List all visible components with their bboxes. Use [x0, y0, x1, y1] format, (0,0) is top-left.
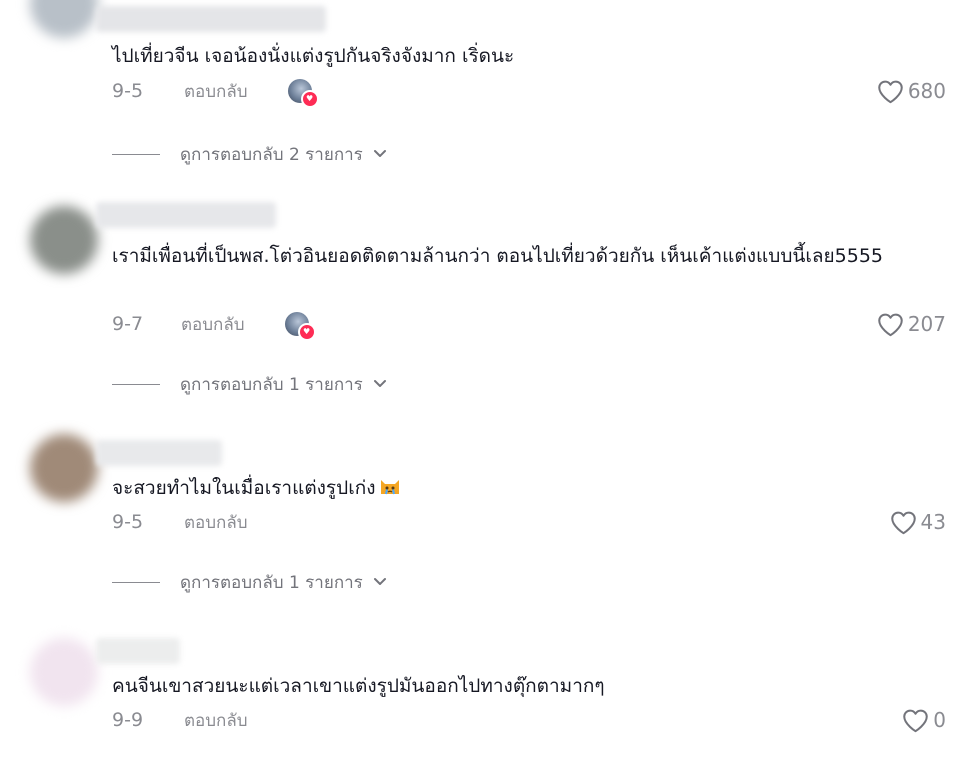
avatar[interactable]: [30, 638, 98, 706]
comment-meta: 9-9 ตอบกลับ 0: [112, 704, 946, 736]
chevron-down-icon: [373, 380, 386, 387]
avatar[interactable]: [30, 206, 98, 274]
reply-button[interactable]: ตอบกลับ: [184, 707, 248, 734]
comment-meta: 9-5 ตอบกลับ ♥ 680: [112, 75, 946, 108]
comment-date: 9-9: [112, 709, 144, 731]
view-replies-label: ดูการตอบกลับ 2 รายการ: [180, 144, 363, 165]
username-blurred[interactable]: [96, 440, 222, 466]
like-count: 680: [907, 79, 946, 103]
comment-meta: 9-5 ตอบกลับ 43: [112, 506, 946, 538]
heart-outline-icon: [903, 709, 929, 732]
heart-badge-icon: ♥: [297, 323, 316, 341]
comment-text: จะสวยทำไมในเมื่อเราแต่งรูปเก่ง: [112, 472, 902, 505]
divider-line: [112, 383, 160, 385]
view-replies-button[interactable]: ดูการตอบกลับ 2 รายการ: [112, 139, 387, 169]
avatar[interactable]: [30, 434, 98, 502]
view-replies-label: ดูการตอบกลับ 1 รายการ: [180, 374, 363, 395]
comment-text-content: จะสวยทำไมในเมื่อเราแต่งรูปเก่ง: [112, 477, 376, 499]
like-count: 43: [920, 510, 946, 534]
reply-button[interactable]: ตอบกลับ: [184, 78, 248, 105]
comment-date: 9-7: [112, 313, 144, 335]
view-replies-button[interactable]: ดูการตอบกลับ 1 รายการ: [112, 369, 387, 399]
chevron-down-icon: [373, 578, 386, 585]
reply-button[interactable]: ตอบกลับ: [184, 509, 248, 536]
creator-liked-badge: ♥: [284, 312, 316, 341]
view-replies-label: ดูการตอบกลับ 1 รายการ: [180, 572, 363, 593]
crying-cat-emoji: [381, 480, 400, 495]
view-replies-button[interactable]: ดูการตอบกลับ 1 รายการ: [112, 567, 387, 597]
chevron-down-icon: [373, 150, 386, 157]
heart-outline-icon: [878, 313, 903, 336]
heart-outline-icon: [878, 80, 903, 103]
like-count: 0: [933, 708, 946, 732]
comment-meta: 9-7 ตอบกลับ ♥ 207: [112, 308, 946, 341]
divider-line: [112, 153, 160, 155]
divider-line: [112, 581, 160, 583]
comment-date: 9-5: [112, 80, 144, 102]
comment-text: เรามีเพื่อนที่เป็นพส.โต่วอินยอดติดตามล้า…: [112, 245, 883, 267]
like-button[interactable]: 43: [890, 510, 946, 535]
creator-liked-badge: ♥: [287, 79, 319, 108]
like-button[interactable]: 207: [877, 312, 946, 337]
username-blurred[interactable]: [96, 6, 326, 32]
username-blurred[interactable]: [96, 202, 276, 228]
like-button[interactable]: 0: [902, 708, 946, 733]
avatar[interactable]: [30, 0, 98, 38]
heart-outline-icon: [890, 511, 916, 534]
comment-text: คนจีนเขาสวยนะแต่เวลาเขาแต่งรูปมันออกไปทา…: [112, 675, 605, 697]
heart-badge-icon: ♥: [300, 90, 319, 108]
username-blurred[interactable]: [96, 638, 180, 664]
comment-text: ไปเที่ยวจีน เจอน้องนั่งแต่งรูปกันจริงจัง…: [112, 45, 515, 67]
like-count: 207: [907, 312, 946, 336]
comment-date: 9-5: [112, 511, 144, 533]
reply-button[interactable]: ตอบกลับ: [181, 311, 245, 338]
like-button[interactable]: 680: [877, 79, 946, 104]
